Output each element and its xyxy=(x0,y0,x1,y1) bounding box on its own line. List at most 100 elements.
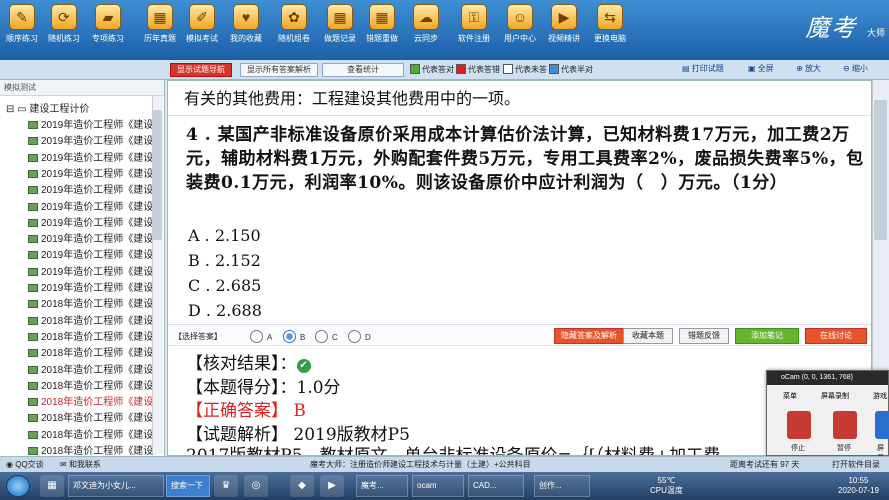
toolbar-item-0[interactable]: ✎ 顺序练习 xyxy=(2,4,42,44)
add-note-button[interactable]: 添加笔记 xyxy=(735,328,799,344)
game-icon[interactable]: ♛ xyxy=(214,475,238,497)
ocam-pause-button[interactable] xyxy=(833,411,857,439)
taskbar-app-1[interactable]: 邓文迪为小女儿... xyxy=(68,475,164,497)
exam-file-icon xyxy=(28,121,38,129)
radio-d[interactable] xyxy=(348,330,361,343)
tree-item[interactable]: 2019年造价工程师《建设 xyxy=(28,116,153,131)
zoom-in-button[interactable]: ⊕ 放大 xyxy=(796,63,821,74)
tree-item[interactable]: 2018年造价工程师《建设 xyxy=(28,409,153,424)
tree-item[interactable]: 2018年造价工程师《建设 xyxy=(28,393,153,408)
main-scroll-thumb[interactable] xyxy=(874,100,887,240)
tree-item[interactable]: 2018年造价工程师《建设 xyxy=(28,442,153,456)
tree-item[interactable]: 2019年造价工程师《建设 xyxy=(28,230,153,245)
tree-item[interactable]: 2019年造价工程师《建设 xyxy=(28,214,153,229)
toolbar-item-11[interactable]: ☺ 用户中心 xyxy=(500,4,540,44)
tree-item[interactable]: 2019年造价工程师《建设 xyxy=(28,149,153,164)
tree-item[interactable]: 2019年造价工程师《建设 xyxy=(28,165,153,180)
ocam-pause-label: 暂停 xyxy=(837,445,851,452)
ocam-tab-game[interactable]: 游戏 xyxy=(873,391,887,401)
toolbar-item-2[interactable]: ▰ 专项练习 xyxy=(88,4,128,44)
tree-item[interactable]: 2019年造价工程师《建设 xyxy=(28,181,153,196)
radio-b[interactable] xyxy=(283,330,296,343)
collect-button[interactable]: 收藏本题 xyxy=(623,328,673,344)
tree-item[interactable]: 2018年造价工程师《建设 xyxy=(28,426,153,441)
exam-file-icon xyxy=(28,153,38,162)
tree-item[interactable]: 2018年造价工程师《建设 xyxy=(28,312,153,327)
toolbar-item-12[interactable]: ▶ 视频精讲 xyxy=(544,4,584,44)
exam-file-icon xyxy=(28,186,38,195)
show-nav-button[interactable]: 显示试题导航 xyxy=(170,63,232,77)
exam-file-icon xyxy=(28,332,38,341)
score-line: 【本题得分】：1.0分 xyxy=(186,378,341,398)
error-feedback-button[interactable]: 错题反馈 xyxy=(679,328,729,344)
open-dir-button[interactable]: 打开软件目录 xyxy=(832,459,880,470)
taskbar-app-5[interactable]: 创作... xyxy=(534,475,590,497)
sidebar-scroll-thumb[interactable] xyxy=(153,110,162,240)
tree-item[interactable]: 2019年造价工程师《建设 xyxy=(28,263,153,278)
media-icon[interactable]: ▶ xyxy=(320,475,344,497)
tree-item[interactable]: 2019年造价工程师《建设 xyxy=(28,198,153,213)
toolbar-item-10[interactable]: ⚿ 软件注册 xyxy=(454,4,494,44)
exam-file-icon xyxy=(28,235,38,244)
ocam-tab-record[interactable]: 屏幕录制 xyxy=(821,391,849,401)
radio-c[interactable] xyxy=(315,330,328,343)
qq-chat-button[interactable]: ◉ QQ交谈 xyxy=(6,459,44,470)
question-text: 4 . 某国产非标准设备原价采用成本计算估价法计算，已知材料费17万元，加工费2… xyxy=(186,125,864,193)
option-c[interactable]: C . 2.685 xyxy=(188,276,261,295)
clock[interactable]: 10:55 2020-07-19 xyxy=(838,476,879,496)
ocam-tab-menu[interactable]: 菜单 xyxy=(783,391,797,401)
toolbar-item-8[interactable]: ▦ 错题重做 xyxy=(362,4,402,44)
tree-root[interactable]: ⊟ ▭ 建设工程计价 xyxy=(6,100,89,115)
tree-item-label: 2019年造价工程师《建设 xyxy=(41,250,153,262)
secondary-toolbar: 显示试题导航 显示所有答案解析 查看统计 代表答对 代表答错 代表未答 代表半对… xyxy=(0,60,889,80)
contact-button[interactable]: ✉ 和我联系 xyxy=(60,459,101,470)
fullscreen-button[interactable]: ▣ 全屏 xyxy=(748,63,774,74)
tree-item[interactable]: 2018年造价工程师《建设 xyxy=(28,328,153,343)
exam-countdown: 距离考试还有 97 天 xyxy=(730,460,800,469)
ocam-stop-button[interactable] xyxy=(787,411,811,439)
taskbar-search[interactable]: 搜索一下 xyxy=(166,475,210,497)
taskbar-app-4[interactable]: CAD... xyxy=(468,475,524,497)
stats-button[interactable]: 查看统计 xyxy=(322,63,404,77)
option-b[interactable]: B . 2.152 xyxy=(188,251,261,270)
toolbar-item-5[interactable]: ♥ 我的收藏 xyxy=(226,4,266,44)
toolbar-item-3[interactable]: ▦ 历年真题 xyxy=(140,4,180,44)
exam-file-icon xyxy=(28,300,38,309)
online-discuss-button[interactable]: 在线讨论 xyxy=(805,328,867,344)
tree-item[interactable]: 2019年造价工程师《建设 xyxy=(28,279,153,294)
taskbar-app-3[interactable]: ocam xyxy=(412,475,464,497)
brand-logo: 魔考 大师 xyxy=(805,14,885,42)
toolbar-item-9[interactable]: ☁ 云同步 xyxy=(406,4,446,44)
tree-item[interactable]: 2018年造价工程师《建设 xyxy=(28,295,153,310)
browser-icon[interactable]: ◎ xyxy=(244,475,268,497)
tree-item[interactable]: 2018年造价工程师《建设 xyxy=(28,344,153,359)
print-button[interactable]: ▤ 打印试题 xyxy=(682,63,724,74)
heart-icon: ♥ xyxy=(233,4,259,30)
show-all-answers-button[interactable]: 显示所有答案解析 xyxy=(240,63,318,77)
tree-item[interactable]: 2018年造价工程师《建设 xyxy=(28,377,153,392)
tree-item[interactable]: 2019年造价工程师《建设 xyxy=(28,132,153,147)
toolbar-item-label: 软件注册 xyxy=(458,34,490,43)
toolbar-item-13[interactable]: ⇆ 更换电脑 xyxy=(590,4,630,44)
start-button[interactable] xyxy=(6,475,30,497)
zoom-out-button[interactable]: ⊖ 缩小 xyxy=(843,63,868,74)
toolbar-item-1[interactable]: ⟳ 随机练习 xyxy=(44,4,84,44)
radio-a[interactable] xyxy=(250,330,263,343)
explorer-icon[interactable]: ▦ xyxy=(40,475,64,497)
answer-bar: 【选择答案】 A B C D 隐藏答案及解析 收藏本题 错题反馈 添加笔记 在线… xyxy=(168,324,871,346)
tree-item[interactable]: 2019年造价工程师《建设 xyxy=(28,246,153,261)
taskbar-app-2[interactable]: 魔考... xyxy=(356,475,408,497)
toolbar-item-7[interactable]: ▦ 做题记录 xyxy=(320,4,360,44)
ocam-screen-button[interactable] xyxy=(875,411,889,439)
toolbar-item-6[interactable]: ✿ 随机组卷 xyxy=(274,4,314,44)
ocam-window: oCam (0, 0, 1361, 768) 菜单 屏幕录制 游戏 停止 暂停 … xyxy=(766,370,889,462)
option-a[interactable]: A . 2.150 xyxy=(188,226,261,245)
folder-icon: ▰ xyxy=(95,4,121,30)
hide-answer-button[interactable]: 隐藏答案及解析 xyxy=(554,328,624,344)
ocam-title: oCam (0, 0, 1361, 768) xyxy=(767,371,888,385)
option-d[interactable]: D . 2.688 xyxy=(188,301,262,320)
toolbar-item-4[interactable]: ✐ 模拟考试 xyxy=(182,4,222,44)
app-icon[interactable]: ◆ xyxy=(290,475,314,497)
tree-item[interactable]: 2018年造价工程师《建设 xyxy=(28,361,153,376)
exam-file-icon xyxy=(28,414,38,423)
